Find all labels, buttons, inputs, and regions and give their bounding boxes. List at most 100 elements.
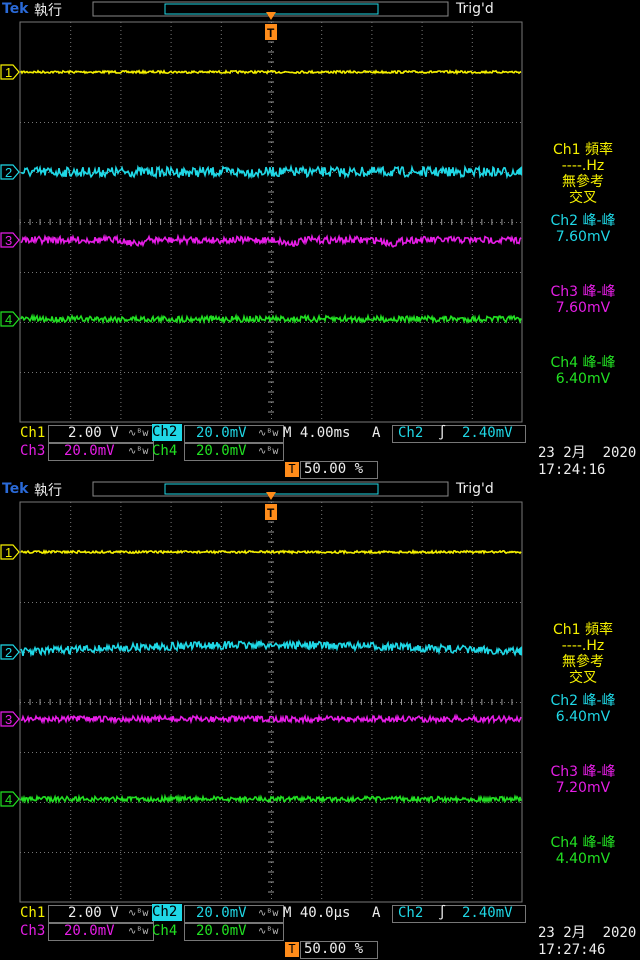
grid-dot xyxy=(220,590,222,591)
grid-dot xyxy=(421,46,423,47)
grid-dot xyxy=(120,306,122,307)
grid-dot xyxy=(220,794,222,795)
ch3-label[interactable]: Ch3 xyxy=(20,443,45,460)
grid-dot xyxy=(70,830,72,831)
grid-dot xyxy=(271,370,272,371)
trigger-level[interactable]: 2.40mV xyxy=(462,425,513,442)
grid-dot xyxy=(36,602,37,603)
trigger-level[interactable]: 2.40mV xyxy=(462,905,513,922)
grid-dot xyxy=(70,866,72,867)
grid-dot xyxy=(70,398,72,399)
grid-dot xyxy=(321,742,323,743)
grid-dot xyxy=(70,538,72,539)
grid-dot xyxy=(271,630,272,631)
grid-dot xyxy=(70,58,72,59)
grid-dot xyxy=(220,762,222,763)
ch4-label[interactable]: Ch4 xyxy=(152,923,177,940)
grid-dot xyxy=(56,272,57,273)
ch2-label[interactable]: Ch2 xyxy=(152,904,182,921)
grid-dot xyxy=(464,372,465,373)
grid-dot xyxy=(488,122,489,123)
grid-dot xyxy=(188,852,189,853)
grid-dot xyxy=(408,652,409,653)
grid-dot xyxy=(421,518,423,519)
grid-dot xyxy=(280,322,281,323)
grid-dot xyxy=(460,702,461,703)
grid-dot xyxy=(471,526,473,527)
grid-dot xyxy=(72,702,73,703)
grid-dot xyxy=(70,618,72,619)
grid-dot xyxy=(128,702,129,703)
grid-dot xyxy=(120,342,122,343)
grid-dot xyxy=(260,372,261,373)
ch2-label[interactable]: Ch2 xyxy=(152,424,182,441)
grid-dot xyxy=(464,652,465,653)
grid-dot xyxy=(170,322,172,323)
grid-dot xyxy=(188,652,189,653)
grid-dot xyxy=(240,652,241,653)
grid-dot xyxy=(220,78,222,79)
grid-dot xyxy=(220,394,222,395)
grid-dot xyxy=(471,870,473,871)
grid-dot xyxy=(421,118,423,119)
grid-dot xyxy=(170,766,172,767)
grid-dot xyxy=(480,222,481,223)
grid-dot xyxy=(421,386,423,387)
grid-dot xyxy=(320,752,321,753)
ch4-label[interactable]: Ch4 xyxy=(152,443,177,460)
ch4-measurement: Ch4 峰-峰 4.40mV xyxy=(526,835,640,867)
grid-dot xyxy=(392,752,393,753)
trigger-source[interactable]: Ch2 xyxy=(398,905,423,922)
grid-dot xyxy=(421,822,423,823)
grid-dot xyxy=(471,46,473,47)
grid-dot xyxy=(128,602,129,603)
grid-dot xyxy=(504,222,505,223)
ch1-label[interactable]: Ch1 xyxy=(20,905,45,922)
grid-dot xyxy=(371,786,373,787)
grid-dot xyxy=(260,752,261,753)
grid-dot xyxy=(371,846,373,847)
grid-dot xyxy=(321,154,323,155)
grid-dot xyxy=(368,372,369,373)
grid-dot xyxy=(400,652,401,653)
grid-dot xyxy=(220,626,222,627)
grid-dot xyxy=(220,670,222,671)
grid-dot xyxy=(170,354,172,355)
grid-dot xyxy=(321,142,323,143)
grid-dot xyxy=(328,122,329,123)
grid-dot xyxy=(48,602,49,603)
grid-dot xyxy=(471,742,473,743)
grid-dot xyxy=(48,272,49,273)
grid-dot xyxy=(421,82,423,83)
ch3-marker-label: 3 xyxy=(5,712,12,727)
trigger-source[interactable]: Ch2 xyxy=(398,425,423,442)
grid-dot xyxy=(271,254,272,255)
ch3-label[interactable]: Ch3 xyxy=(20,923,45,940)
grid-dot xyxy=(220,898,222,899)
grid-dot xyxy=(420,602,421,603)
grid-dot xyxy=(321,530,323,531)
grid-dot xyxy=(321,814,323,815)
grid-dot xyxy=(271,50,272,51)
grid-dot xyxy=(170,210,172,211)
grid-dot xyxy=(220,142,222,143)
timebase[interactable]: M 40.0µs xyxy=(283,905,350,922)
ch1-label[interactable]: Ch1 xyxy=(20,425,45,442)
grid-dot xyxy=(244,602,245,603)
grid-dot xyxy=(500,752,501,753)
grid-dot xyxy=(44,222,45,223)
grid-dot xyxy=(308,652,309,653)
grid-dot xyxy=(170,510,172,511)
timebase[interactable]: M 4.00ms xyxy=(283,425,350,442)
trigger-position[interactable]: 50.00 % xyxy=(304,461,363,478)
grid-dot xyxy=(321,378,323,379)
grid-dot xyxy=(204,752,205,753)
grid-dot xyxy=(124,222,125,223)
grid-dot xyxy=(116,122,117,123)
trigger-position[interactable]: 50.00 % xyxy=(304,941,363,958)
grid-dot xyxy=(70,826,72,827)
grid-dot xyxy=(170,558,172,559)
grid-dot xyxy=(471,82,473,83)
grid-dot xyxy=(170,34,172,35)
grid-dot xyxy=(388,222,389,223)
